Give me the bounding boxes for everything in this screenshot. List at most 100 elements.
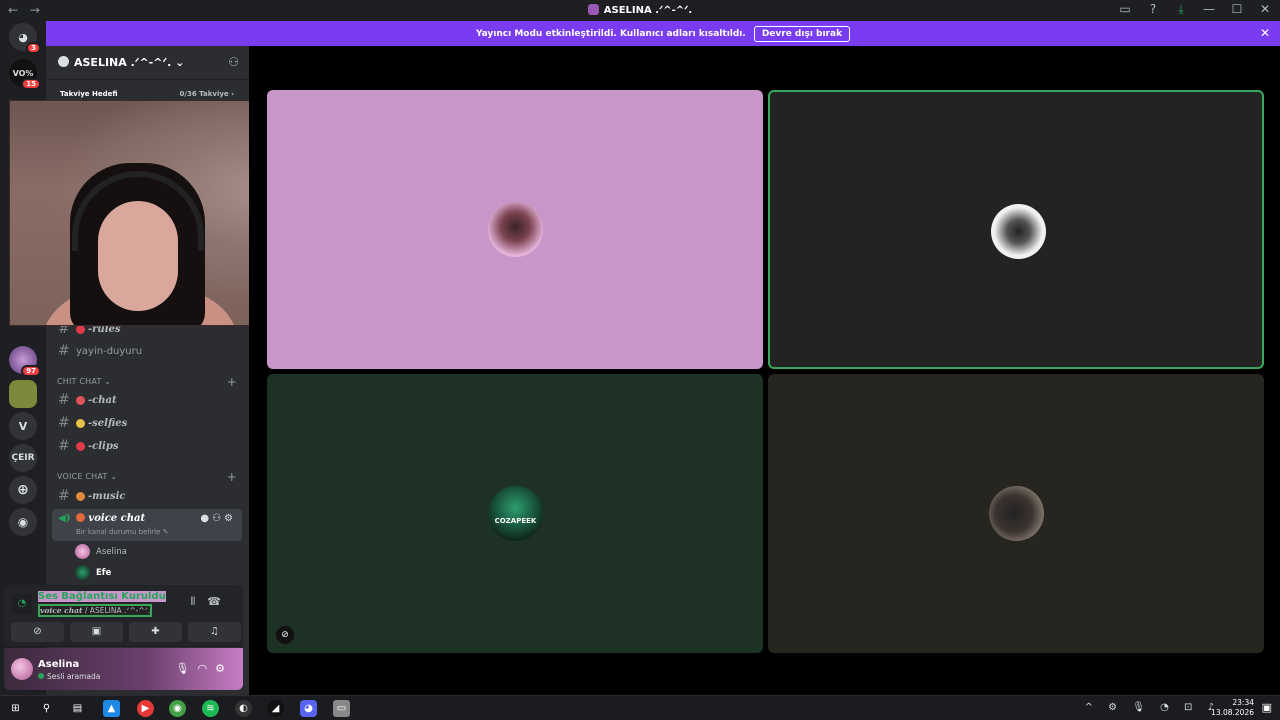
add-channel-icon[interactable]: + bbox=[227, 470, 237, 484]
home-badge: 3 bbox=[26, 42, 41, 54]
clock-date: 13.08.2026 bbox=[1211, 708, 1254, 717]
server-vo-icon[interactable]: VO% 15 bbox=[9, 59, 41, 90]
start-icon[interactable]: ⊞ bbox=[7, 700, 24, 717]
channel-label: -selfies bbox=[88, 417, 128, 429]
participant-avatar: COZAPEEK bbox=[488, 486, 543, 541]
voice-connection-panel: ◔ Ses Bağlantısı Kuruldu voice chat / AS… bbox=[4, 585, 243, 647]
capcut-icon[interactable]: ◢ bbox=[267, 700, 284, 717]
soundboard-button[interactable]: ♫ bbox=[188, 622, 241, 642]
close-banner-icon[interactable]: ✕ bbox=[1260, 26, 1270, 40]
server-avatar-badge: 97 bbox=[21, 365, 41, 377]
window-title-text: ASELINA .ᐟ^-^ᐟ. bbox=[603, 5, 693, 16]
category-voice-chat[interactable]: VOICE CHAT ⌄ + bbox=[57, 470, 237, 484]
channel-status[interactable]: Bir kanal durumu belirle ✎ bbox=[76, 528, 169, 536]
boost-goal[interactable]: Takviye Hedefi 0/36 Takviye › bbox=[52, 90, 242, 98]
help-icon[interactable]: ? bbox=[1146, 2, 1160, 17]
server-vo-badge: 15 bbox=[21, 78, 41, 90]
emoji-icon bbox=[76, 395, 85, 405]
participant-tile[interactable] bbox=[768, 90, 1264, 369]
drive-icon[interactable]: ▲ bbox=[103, 700, 120, 717]
inbox-icon[interactable]: ▭ bbox=[1118, 2, 1132, 17]
server-ceir-icon[interactable]: ÇEIR bbox=[9, 444, 37, 472]
participant-tile[interactable]: COZAPEEK ⊘ bbox=[267, 374, 763, 653]
activities-button[interactable]: ✚ bbox=[129, 622, 182, 642]
chrome-icon[interactable]: ◉ bbox=[169, 700, 186, 717]
headphones-icon[interactable]: ◠ bbox=[198, 662, 216, 675]
channel-music[interactable]: # -music bbox=[52, 486, 242, 506]
flower-emoji-icon bbox=[76, 418, 85, 428]
voice-status[interactable]: Ses Bağlantısı Kuruldu bbox=[38, 591, 166, 602]
obs-icon[interactable]: ◐ bbox=[235, 700, 252, 717]
avatar bbox=[75, 565, 90, 580]
user-avatar[interactable] bbox=[11, 658, 33, 680]
youtube-icon[interactable]: ▶ bbox=[137, 700, 154, 717]
voice-buttons: ⊘ ▣ ✚ ♫ bbox=[11, 622, 241, 642]
chat-icon[interactable]: ● bbox=[200, 513, 212, 524]
screen-share-button[interactable]: ▣ bbox=[70, 622, 123, 642]
discord-home-icon[interactable]: ◕ 3 bbox=[9, 23, 41, 54]
channel-label: -music bbox=[88, 490, 126, 502]
app-icon bbox=[587, 4, 599, 15]
channel-label: -clips bbox=[88, 440, 119, 452]
voice-panel-actions: ⦀☎ bbox=[190, 595, 233, 609]
server-ceir-label: ÇEIR bbox=[11, 453, 35, 463]
invite-icon[interactable]: ⚇ bbox=[228, 55, 239, 69]
channel-chat[interactable]: # -chat bbox=[52, 390, 242, 410]
download-icon[interactable]: ⤓ bbox=[1174, 2, 1188, 17]
settings-icon[interactable]: ⚙ bbox=[224, 513, 236, 524]
active-voice-channel[interactable]: ◀) voice chat Bir kanal durumu belirle ✎ … bbox=[52, 509, 242, 541]
close-button[interactable]: ✕ bbox=[1258, 2, 1272, 17]
system-tray[interactable]: ^ ⚙ 🎙 ◔ ⊡ ♪ bbox=[1085, 702, 1220, 713]
channel-label: -chat bbox=[88, 394, 117, 406]
maximize-button[interactable]: ☐ bbox=[1230, 2, 1244, 17]
voice-member[interactable]: Efe bbox=[75, 565, 111, 580]
voice-channel-path[interactable]: voice chat / ASELINA .ᐟ^-^ᐟ. bbox=[38, 604, 153, 617]
user-name[interactable]: Aselina bbox=[38, 659, 79, 670]
noise-suppression-icon[interactable]: ⦀ bbox=[190, 595, 207, 608]
server-avatar-icon[interactable]: 97 bbox=[9, 346, 41, 377]
notification-icon[interactable]: ▣ bbox=[1262, 701, 1272, 714]
add-channel-icon[interactable]: + bbox=[227, 375, 237, 389]
channel-selfies[interactable]: # -selfies bbox=[52, 413, 242, 433]
channel-yayin-duyuru[interactable]: # yayin-duyuru bbox=[52, 341, 242, 361]
title-bar: ← → ASELINA .ᐟ^-^ᐟ. ▭ ? ⤓ — ☐ ✕ bbox=[0, 0, 1280, 21]
hash-icon: # bbox=[58, 488, 70, 504]
hash-icon: # bbox=[58, 415, 70, 431]
task-view-icon[interactable]: ▤ bbox=[69, 700, 86, 717]
participant-tile[interactable] bbox=[768, 374, 1264, 653]
server-badge-icon bbox=[58, 56, 69, 67]
online-dot bbox=[38, 673, 44, 679]
server-header[interactable]: ASELINA .ᐟ^-^ᐟ. ⌄ ⚇ bbox=[46, 46, 249, 80]
category-label: VOICE CHAT bbox=[57, 472, 108, 481]
file-explorer-icon[interactable]: ▭ bbox=[333, 700, 350, 717]
server-v-icon[interactable]: V bbox=[9, 412, 37, 440]
minimize-button[interactable]: — bbox=[1202, 2, 1216, 17]
user-settings-icon[interactable]: ⚙ bbox=[215, 662, 233, 675]
hash-icon: # bbox=[58, 438, 70, 454]
disable-streamer-mode-button[interactable]: Devre dışı bırak bbox=[753, 25, 851, 42]
clock-time: 23:34 bbox=[1232, 698, 1254, 707]
disconnect-icon[interactable]: ☎ bbox=[207, 595, 233, 608]
microphone-icon[interactable]: 🎙 bbox=[176, 662, 198, 675]
category-chit-chat[interactable]: CHIT CHAT ⌄ + bbox=[57, 375, 237, 389]
member-name: Efe bbox=[96, 567, 112, 578]
voice-channel-actions: ●⚇⚙ bbox=[200, 513, 236, 524]
discord-taskbar-icon[interactable]: ◕ bbox=[300, 700, 317, 717]
speaker-icon: ◀) bbox=[58, 513, 71, 524]
avatar bbox=[75, 544, 90, 559]
signal-icon[interactable]: ◔ bbox=[12, 594, 32, 614]
server-vo-label: VO% bbox=[12, 68, 34, 78]
search-icon[interactable]: ⚲ bbox=[38, 700, 55, 717]
voice-member[interactable]: Aselina bbox=[75, 544, 127, 559]
hash-icon: # bbox=[58, 392, 70, 408]
participant-tile[interactable] bbox=[267, 90, 763, 369]
banner-text: Yayıncı Modu etkinleştirildi. Kullanıcı … bbox=[475, 28, 746, 39]
add-server-icon[interactable]: ⊕ bbox=[9, 476, 37, 504]
channel-clips[interactable]: # -clips bbox=[52, 436, 242, 456]
discover-icon[interactable]: ◉ bbox=[9, 508, 37, 536]
camera-off-button[interactable]: ⊘ bbox=[11, 622, 64, 642]
spotify-icon[interactable]: ≋ bbox=[202, 700, 219, 717]
clock[interactable]: 23:34 13.08.2026 bbox=[1211, 698, 1254, 718]
server-nature-icon[interactable] bbox=[9, 380, 37, 408]
invite-member-icon[interactable]: ⚇ bbox=[212, 513, 224, 524]
